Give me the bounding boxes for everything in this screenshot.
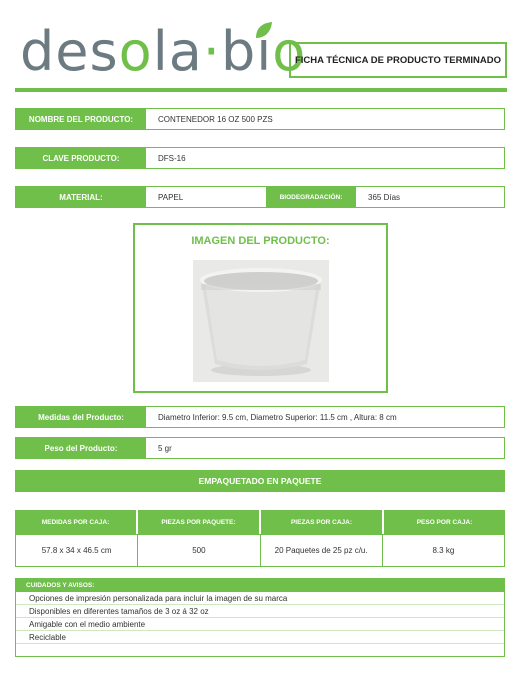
product-key-value: DFS-16 xyxy=(158,153,186,163)
list-item: Disponibles en diferentes tamaños de 3 o… xyxy=(16,605,504,618)
list-item: Amigable con el medio ambiente xyxy=(16,618,504,631)
material-value: PAPEL xyxy=(158,192,184,202)
table-cell: 8.3 kg xyxy=(432,546,455,555)
packaging-table: MEDIDAS POR CAJA: PIEZAS POR PAQUETE: PI… xyxy=(15,510,505,567)
material-label: MATERIAL: xyxy=(16,187,146,207)
biodegradation-label: BIODEGRADACIÓN: xyxy=(266,187,356,207)
table-header-cell: PESO POR CAJA: xyxy=(384,510,505,534)
sheet-title: FICHA TÉCNICA DE PRODUCTO TERMINADO xyxy=(289,42,507,78)
biodegradation-value: 365 Días xyxy=(368,192,401,202)
list-item: Reciclable xyxy=(16,631,504,644)
weight-value: 5 gr xyxy=(158,443,172,453)
product-name-value: CONTENEDOR 16 OZ 500 PZS xyxy=(158,114,273,124)
measures-label: Medidas del Producto: xyxy=(16,407,146,427)
leaf-icon xyxy=(256,22,272,38)
table-header-cell: MEDIDAS POR CAJA: xyxy=(15,510,138,534)
care-title: CUIDADOS Y AVISOS: xyxy=(16,579,504,592)
table-cell: 20 Paquetes de 25 pz c/u. xyxy=(261,535,383,566)
header-divider xyxy=(15,88,507,92)
product-name-row: NOMBRE DEL PRODUCTO: CONTENEDOR 16 OZ 50… xyxy=(15,108,505,130)
weight-row: Peso del Producto: 5 gr xyxy=(15,437,505,459)
product-image-title: IMAGEN DEL PRODUCTO: xyxy=(191,235,330,247)
product-image-section: IMAGEN DEL PRODUCTO: xyxy=(133,223,388,393)
brand-logo: desola·bio xyxy=(20,18,305,88)
table-cell: 500 xyxy=(138,535,261,566)
list-item: Opciones de impresión personalizada para… xyxy=(16,592,504,605)
product-name-label: NOMBRE DEL PRODUCTO: xyxy=(16,109,146,129)
measures-value: Diametro Inferior: 9.5 cm, Diametro Supe… xyxy=(158,412,397,422)
paper-cup-image xyxy=(193,260,329,382)
product-photo xyxy=(193,260,329,382)
table-header-cell: PIEZAS POR PAQUETE: xyxy=(138,510,261,534)
measures-row: Medidas del Producto: Diametro Inferior:… xyxy=(15,406,505,428)
product-key-row: CLAVE PRODUCTO: DFS-16 xyxy=(15,147,505,169)
packaging-table-header: MEDIDAS POR CAJA: PIEZAS POR PAQUETE: PI… xyxy=(15,510,505,534)
care-notices: CUIDADOS Y AVISOS: Opciones de impresión… xyxy=(15,578,505,657)
weight-label: Peso del Producto: xyxy=(16,438,146,458)
list-item-empty xyxy=(16,644,504,657)
table-cell: 57.8 x 34 x 46.5 cm xyxy=(16,535,139,566)
table-header-cell: PIEZAS POR CAJA: xyxy=(261,510,384,534)
packaging-band: EMPAQUETADO EN PAQUETE xyxy=(15,470,505,492)
product-key-label: CLAVE PRODUCTO: xyxy=(16,148,146,168)
material-row: MATERIAL: PAPEL BIODEGRADACIÓN: 365 Días xyxy=(15,186,505,208)
table-row: 57.8 x 34 x 46.5 cm 500 20 Paquetes de 2… xyxy=(15,534,505,567)
